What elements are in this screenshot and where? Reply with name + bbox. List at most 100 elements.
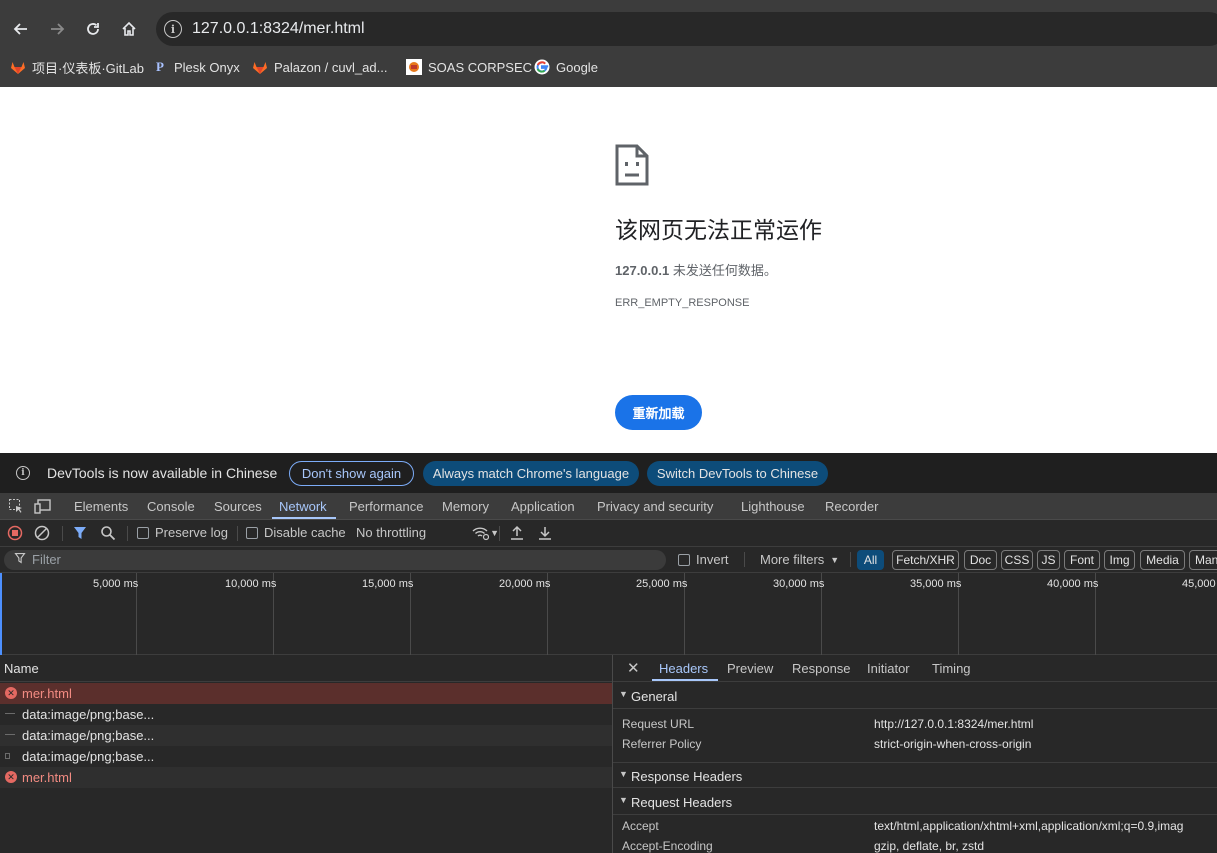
more-filters-dropdown[interactable]: More filters ▼ (760, 552, 839, 567)
tab-console[interactable]: Console (147, 499, 195, 514)
dont-show-again-button[interactable]: Don't show again (289, 461, 414, 486)
type-filter-doc[interactable]: Doc (964, 550, 997, 570)
site-info-icon[interactable]: i (164, 20, 182, 38)
toolbar-separator (744, 552, 745, 567)
column-header-name[interactable]: Name (4, 661, 39, 676)
record-stop-icon[interactable] (7, 525, 23, 541)
bookmarks-bar: 项目·仪表板·GitLab P Plesk Onyx Palazon / cuv… (0, 48, 1217, 87)
request-row[interactable]: ✕ mer.html (0, 683, 612, 704)
tab-elements[interactable]: Elements (74, 499, 128, 514)
error-title: 该网页无法正常运作 (615, 217, 822, 243)
request-details-panel: ✕ Headers Preview Response Initiator Tim… (612, 655, 1217, 853)
clear-icon[interactable] (34, 525, 50, 541)
network-conditions-icon[interactable] (471, 525, 489, 541)
export-har-icon[interactable] (537, 525, 553, 541)
tab-privacy-security[interactable]: Privacy and security (597, 499, 713, 514)
tab-network[interactable]: Network (279, 499, 327, 514)
tab-recorder[interactable]: Recorder (825, 499, 878, 514)
bookmark-soas[interactable]: SOAS CORPSEC (406, 56, 532, 78)
tab-preview[interactable]: Preview (727, 661, 773, 676)
type-filter-js[interactable]: JS (1037, 550, 1060, 570)
request-row[interactable]: data:image/png;base... (0, 725, 612, 746)
tab-performance[interactable]: Performance (349, 499, 423, 514)
request-row[interactable]: ✕ mer.html (0, 767, 612, 788)
section-response-headers[interactable]: ▼ Response Headers (613, 762, 1217, 788)
toolbar-separator (237, 526, 238, 541)
header-key: Request URL (622, 717, 695, 731)
timeline-tick-label: 5,000 ms (93, 578, 139, 590)
back-arrow-icon[interactable] (6, 14, 36, 44)
tab-timing[interactable]: Timing (932, 661, 971, 676)
address-bar[interactable]: i 127.0.0.1:8324/mer.html (156, 12, 1217, 46)
tab-lighthouse[interactable]: Lighthouse (741, 499, 805, 514)
section-title: General (631, 689, 678, 704)
error-description: 127.0.0.1 未发送任何数据。 (615, 260, 777, 279)
image-resource-icon (5, 753, 10, 759)
request-name: data:image/png;base... (22, 707, 155, 722)
request-name: data:image/png;base... (22, 728, 155, 743)
address-url: 127.0.0.1:8324/mer.html (192, 20, 365, 37)
section-request-headers[interactable]: ▼ Request Headers (613, 789, 1217, 815)
toolbar-separator (127, 526, 128, 541)
timeline-selection-handle[interactable] (0, 573, 2, 655)
language-infobar: i DevTools is now available in Chinese D… (0, 453, 1217, 493)
request-list-header: Name (0, 655, 612, 682)
type-filter-media[interactable]: Media (1140, 550, 1185, 570)
tab-application[interactable]: Application (511, 499, 575, 514)
section-general[interactable]: ▼ General (613, 683, 1217, 709)
timeline-tick-label: 45,000 (1182, 578, 1216, 590)
type-filter-css[interactable]: CSS (1001, 550, 1033, 570)
type-filter-img[interactable]: Img (1104, 550, 1135, 570)
request-row[interactable]: data:image/png;base... (0, 746, 612, 767)
toolbar-separator (62, 526, 63, 541)
tab-memory[interactable]: Memory (442, 499, 489, 514)
header-key: Accept (622, 819, 659, 833)
toolbar-separator (850, 552, 851, 567)
type-filter-all[interactable]: All (857, 550, 884, 570)
type-filter-fetch-xhr[interactable]: Fetch/XHR (892, 550, 959, 570)
home-icon[interactable] (114, 14, 144, 44)
close-icon[interactable]: ✕ (627, 659, 640, 677)
error-status-icon: ✕ (5, 771, 17, 783)
bookmark-google[interactable]: Google (534, 56, 598, 78)
tab-response[interactable]: Response (792, 661, 851, 676)
switch-to-chinese-button[interactable]: Switch DevTools to Chinese (647, 461, 828, 486)
preserve-log-checkbox[interactable]: Preserve log (137, 525, 228, 540)
import-har-icon[interactable] (509, 525, 525, 541)
request-row[interactable]: data:image/png;base... (0, 704, 612, 725)
infobar-message: DevTools is now available in Chinese (47, 465, 278, 481)
bookmark-palazon[interactable]: Palazon / cuvl_ad... (252, 56, 387, 78)
devtools-tab-bar: Elements Console Sources Network Perform… (0, 493, 1217, 520)
tab-initiator[interactable]: Initiator (867, 661, 910, 676)
error-host: 127.0.0.1 (615, 263, 670, 278)
device-toolbar-icon[interactable] (34, 498, 52, 517)
timeline-tick-label: 35,000 ms (910, 578, 962, 590)
section-title: Response Headers (631, 769, 743, 784)
disable-cache-checkbox[interactable]: Disable cache (246, 525, 346, 540)
inspect-element-icon[interactable] (8, 498, 24, 517)
network-toolbar: Preserve log Disable cache No throttling… (0, 520, 1217, 547)
checkbox-box (246, 526, 258, 539)
details-tab-bar: ✕ Headers Preview Response Initiator Tim… (613, 655, 1217, 682)
reload-icon[interactable] (78, 14, 108, 44)
always-match-language-button[interactable]: Always match Chrome's language (423, 461, 639, 486)
network-timeline-overview[interactable]: 5,000 ms 10,000 ms 15,000 ms 20,000 ms 2… (0, 573, 1217, 655)
tab-headers[interactable]: Headers (659, 661, 708, 676)
type-filter-manifest[interactable]: Man (1189, 550, 1217, 570)
header-key: Accept-Encoding (622, 839, 713, 853)
invert-checkbox[interactable]: Invert (678, 552, 729, 567)
header-value: text/html,application/xhtml+xml,applicat… (874, 819, 1184, 833)
info-icon: i (16, 466, 30, 480)
reload-button[interactable]: 重新加载 (615, 395, 702, 430)
filter-input[interactable]: Filter (4, 550, 666, 570)
forward-arrow-icon[interactable] (42, 14, 72, 44)
expand-triangle-icon: ▼ (619, 769, 628, 779)
bookmark-plesk[interactable]: P Plesk Onyx (152, 56, 240, 78)
search-icon[interactable] (100, 525, 116, 541)
type-filter-font[interactable]: Font (1064, 550, 1100, 570)
request-name: data:image/png;base... (22, 749, 155, 764)
bookmark-gitlab[interactable]: 项目·仪表板·GitLab (10, 56, 144, 78)
filter-funnel-icon[interactable] (72, 525, 88, 541)
tab-sources[interactable]: Sources (214, 499, 262, 514)
header-value: strict-origin-when-cross-origin (874, 737, 1032, 751)
